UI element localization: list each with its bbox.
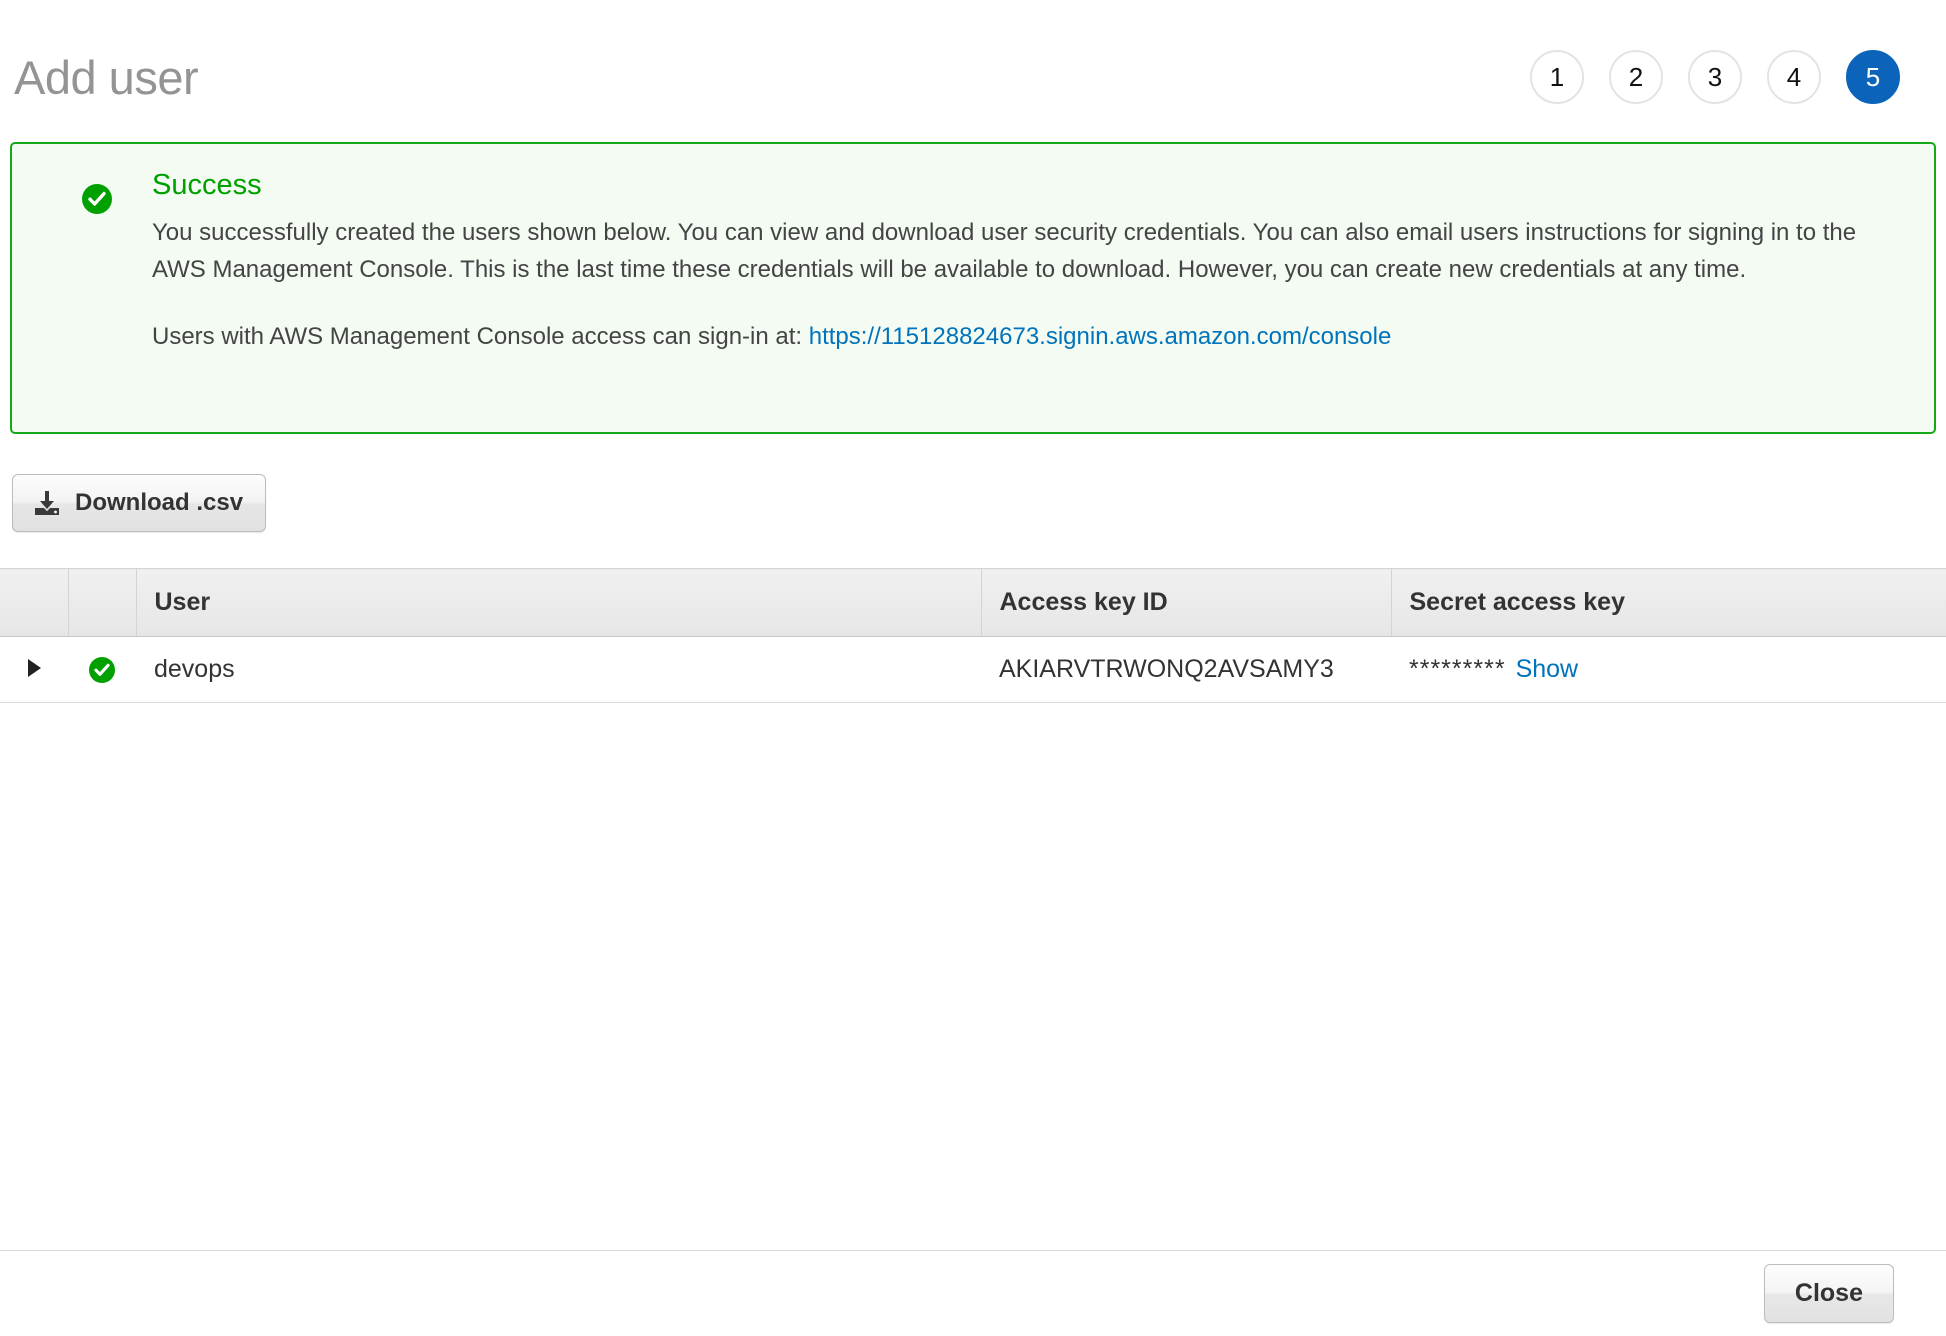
- download-icon: [33, 490, 61, 516]
- step-2[interactable]: 2: [1609, 50, 1663, 104]
- wizard-footer: Close: [0, 1250, 1946, 1336]
- page-title: Add user: [14, 50, 199, 104]
- step-5[interactable]: 5: [1846, 50, 1900, 104]
- alert-paragraph-2: Users with AWS Management Console access…: [152, 318, 1892, 355]
- step-3[interactable]: 3: [1688, 50, 1742, 104]
- alert-paragraph-1: You successfully created the users shown…: [152, 218, 1857, 284]
- row-secret-access-key: ********* Show: [1391, 636, 1946, 703]
- column-header-secret-access-key: Secret access key: [1391, 568, 1946, 637]
- row-user-name: devops: [136, 636, 981, 703]
- close-button[interactable]: Close: [1763, 1264, 1894, 1323]
- column-header-status: [68, 568, 137, 637]
- row-access-key-id: AKIARVTRWONQ2AVSAMY3: [981, 636, 1391, 703]
- add-user-wizard: Add user 1 2 3 4 5 Success You successfu…: [0, 0, 1946, 1336]
- signin-url-link[interactable]: https://115128824673.signin.aws.amazon.c…: [809, 323, 1392, 350]
- step-4[interactable]: 4: [1767, 50, 1821, 104]
- wizard-header: Add user 1 2 3 4 5: [0, 0, 1946, 132]
- signin-prefix-text: Users with AWS Management Console access…: [152, 323, 809, 351]
- column-header-user: User: [136, 568, 982, 637]
- row-status-cell: [68, 636, 136, 703]
- download-csv-button[interactable]: Download .csv: [12, 474, 267, 532]
- step-indicator: 1 2 3 4 5: [1530, 50, 1906, 104]
- show-secret-link[interactable]: Show: [1516, 655, 1579, 683]
- check-circle-icon: [82, 184, 112, 214]
- toolbar: Download .csv: [12, 474, 1946, 532]
- alert-title: Success: [152, 169, 262, 201]
- success-alert: Success You successfully created the use…: [10, 142, 1936, 434]
- credentials-table: User Access key ID Secret access key dev…: [0, 568, 1946, 703]
- row-expand-cell[interactable]: [0, 636, 68, 703]
- caret-right-icon[interactable]: [27, 659, 41, 677]
- check-circle-icon: [89, 657, 115, 684]
- table-header-row: User Access key ID Secret access key: [0, 568, 1946, 637]
- table-row: devops AKIARVTRWONQ2AVSAMY3 ********* Sho…: [0, 636, 1946, 703]
- secret-mask-text: *********: [1409, 655, 1506, 683]
- column-header-expand: [0, 568, 69, 637]
- column-header-access-key-id: Access key ID: [981, 568, 1392, 637]
- step-1[interactable]: 1: [1530, 50, 1584, 104]
- download-csv-label: Download .csv: [75, 489, 244, 516]
